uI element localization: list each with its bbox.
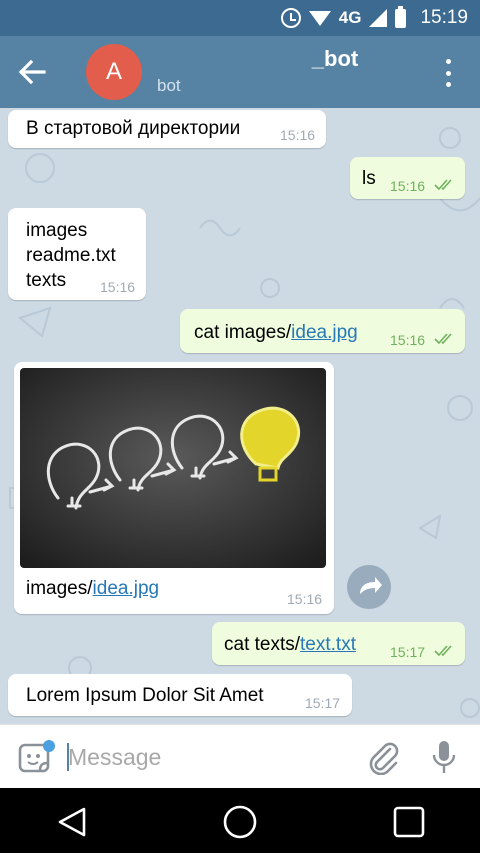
message-time: 15:16 — [390, 332, 426, 348]
attach-button[interactable] — [366, 739, 400, 776]
message-text: Lorem Ipsum Dolor Sit Amet — [26, 685, 264, 706]
message-time: 15:17 — [390, 644, 426, 660]
message-bubble-outgoing[interactable]: cat texts/text.txt 15:17 — [212, 622, 465, 665]
message-bubble-incoming[interactable]: Lorem Ipsum Dolor Sit Amet 15:17 — [8, 674, 352, 716]
read-checks-icon — [434, 333, 452, 345]
arrow-left-icon — [18, 59, 46, 85]
wifi-icon — [308, 10, 331, 26]
avatar[interactable]: A — [86, 44, 142, 100]
caption-prefix: images/ — [26, 578, 93, 599]
photo-message-bubble[interactable]: images/idea.jpg 15:16 — [14, 362, 334, 614]
message-text: cat images/idea.jpg — [194, 320, 358, 345]
system-nav-bar — [0, 788, 480, 853]
message-bubble-incoming[interactable]: В стартовой директории 15:16 — [8, 110, 326, 148]
chat-header: A _bot bot — [0, 36, 480, 108]
file-link[interactable]: text.txt — [300, 634, 356, 655]
message-prefix: cat texts/ — [224, 634, 301, 655]
back-triangle-icon[interactable] — [56, 806, 90, 838]
sticker-icon — [18, 740, 55, 773]
message-line: texts — [26, 270, 67, 291]
recents-square-icon[interactable] — [392, 805, 426, 839]
share-arrow-icon — [360, 577, 382, 594]
photo-idea-image[interactable] — [20, 368, 326, 568]
file-link[interactable]: idea.jpg — [291, 322, 358, 343]
photo-caption: images/idea.jpg — [26, 576, 159, 601]
message-text: В стартовой директории — [26, 118, 241, 139]
message-bubble-outgoing[interactable]: cat images/idea.jpg 15:16 — [180, 309, 465, 353]
paperclip-icon — [369, 742, 399, 776]
signal-icon — [369, 9, 388, 27]
status-bar: 4G 15:19 — [0, 0, 480, 36]
chat-title[interactable]: _bot — [280, 46, 390, 72]
microphone-icon — [432, 741, 456, 773]
message-text: ls — [362, 168, 376, 189]
message-time: 15:16 — [390, 178, 426, 194]
message-input-bar — [0, 724, 480, 788]
message-line: readme.txt — [26, 245, 116, 266]
message-line: images — [26, 220, 88, 241]
message-text: cat texts/text.txt — [224, 632, 356, 657]
file-link[interactable]: idea.jpg — [93, 578, 160, 599]
message-prefix: cat images/ — [194, 322, 292, 343]
message-bubble-incoming[interactable]: images readme.txt texts 15:16 — [8, 208, 146, 300]
status-time: 15:19 — [420, 7, 468, 28]
share-button[interactable] — [347, 565, 391, 609]
voice-record-button[interactable] — [430, 737, 458, 777]
chat-subtitle: bot — [157, 76, 181, 95]
read-checks-icon — [434, 179, 452, 191]
lightbulbs-image — [20, 368, 326, 568]
home-circle-icon[interactable] — [222, 804, 258, 840]
message-time: 15:16 — [280, 127, 316, 143]
message-time: 15:17 — [305, 695, 341, 711]
chat-area[interactable]: В стартовой директории 15:16 ls 15:16 im… — [0, 108, 480, 724]
more-vert-icon — [445, 59, 451, 64]
network-type: 4G — [338, 8, 362, 27]
message-bubble-outgoing[interactable]: ls 15:16 — [350, 157, 465, 199]
sticker-button[interactable] — [18, 739, 56, 775]
message-input[interactable] — [68, 737, 348, 777]
message-time: 15:16 — [100, 279, 136, 295]
back-button[interactable] — [14, 54, 50, 90]
more-menu-button[interactable] — [436, 56, 460, 90]
read-checks-icon — [434, 645, 452, 657]
battery-icon — [395, 5, 407, 28]
message-time: 15:16 — [287, 591, 323, 607]
alarm-icon — [280, 8, 301, 28]
